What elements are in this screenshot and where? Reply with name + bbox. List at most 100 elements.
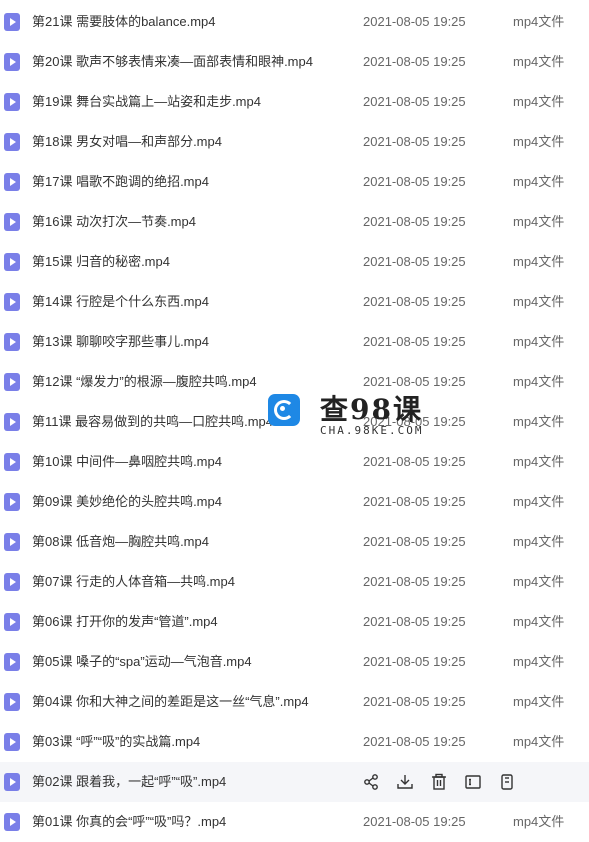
watermark-title: 查98课 [320, 393, 423, 426]
file-name[interactable]: 第03课 “呼”“吸”的实战篇.mp4 [32, 722, 200, 762]
file-date: 2021-08-05 19:25 [363, 334, 466, 349]
video-file-icon [4, 293, 20, 311]
video-file-icon [4, 133, 20, 151]
file-name[interactable]: 第01课 你真的会“呼”“吸”吗？.mp4 [32, 802, 226, 842]
file-row[interactable]: 第10课 中间件—鼻咽腔共鸣.mp4 2021-08-05 19:25 mp4文… [0, 442, 589, 482]
file-row[interactable]: 第04课 你和大神之间的差距是这一丝“气息”.mp4 2021-08-05 19… [0, 682, 589, 722]
file-name[interactable]: 第17课 唱歌不跑调的绝招.mp4 [32, 162, 209, 202]
copy-icon[interactable] [498, 773, 516, 791]
video-file-icon [4, 213, 20, 231]
file-name[interactable]: 第10课 中间件—鼻咽腔共鸣.mp4 [32, 442, 222, 482]
file-name[interactable]: 第04课 你和大神之间的差距是这一丝“气息”.mp4 [32, 682, 309, 722]
file-name[interactable]: 第09课 美妙绝伦的头腔共鸣.mp4 [32, 482, 222, 522]
file-type: mp4文件 [513, 334, 565, 349]
file-name[interactable]: 第21课 需要肢体的balance.mp4 [32, 2, 216, 42]
file-row[interactable]: 第21课 需要肢体的balance.mp4 2021-08-05 19:25 m… [0, 2, 589, 42]
file-row[interactable]: 第09课 美妙绝伦的头腔共鸣.mp4 2021-08-05 19:25 mp4文… [0, 482, 589, 522]
file-name[interactable]: 第16课 动次打次—节奏.mp4 [32, 202, 196, 242]
video-file-icon [4, 373, 20, 391]
video-file-icon [4, 573, 20, 591]
file-type: mp4文件 [513, 654, 565, 669]
file-name[interactable]: 第11课 最容易做到的共鸣—口腔共鸣.mp4 [32, 402, 273, 442]
file-date: 2021-08-05 19:25 [363, 254, 466, 269]
file-row[interactable]: 第07课 行走的人体音箱—共鸣.mp4 2021-08-05 19:25 mp4… [0, 562, 589, 602]
file-row[interactable]: 第18课 男女对唱—和声部分.mp4 2021-08-05 19:25 mp4文… [0, 122, 589, 162]
file-row-hovered[interactable]: 第02课 跟着我，一起“呼”“吸”.mp4 [0, 762, 589, 802]
file-name[interactable]: 第07课 行走的人体音箱—共鸣.mp4 [32, 562, 235, 602]
video-file-icon [4, 693, 20, 711]
delete-icon[interactable] [430, 773, 448, 791]
file-type: mp4文件 [513, 14, 565, 29]
file-name[interactable]: 第18课 男女对唱—和声部分.mp4 [32, 122, 222, 162]
file-name[interactable]: 第02课 跟着我，一起“呼”“吸”.mp4 [32, 762, 226, 802]
file-date: 2021-08-05 19:25 [363, 134, 466, 149]
file-date: 2021-08-05 19:25 [363, 14, 466, 29]
video-file-icon [4, 93, 20, 111]
video-file-icon [4, 653, 20, 671]
row-actions [362, 773, 516, 791]
file-row[interactable]: 第08课 低音炮—胸腔共鸣.mp4 2021-08-05 19:25 mp4文件 [0, 522, 589, 562]
file-name[interactable]: 第12课 “爆发力”的根源—腹腔共鸣.mp4 [32, 362, 257, 402]
file-date: 2021-08-05 19:25 [363, 734, 466, 749]
watermark-subtitle: CHA.98KE.COM [320, 424, 424, 437]
file-name[interactable]: 第19课 舞台实战篇上—站姿和走步.mp4 [32, 82, 261, 122]
file-date: 2021-08-05 19:25 [363, 174, 466, 189]
video-file-icon [4, 13, 20, 31]
file-date: 2021-08-05 19:25 [363, 654, 466, 669]
rename-icon[interactable] [464, 773, 482, 791]
video-file-icon [4, 333, 20, 351]
file-row[interactable]: 第06课 打开你的发声“管道”.mp4 2021-08-05 19:25 mp4… [0, 602, 589, 642]
video-file-icon [4, 533, 20, 551]
file-name[interactable]: 第05课 嗓子的“spa”运动—气泡音.mp4 [32, 642, 252, 682]
file-type: mp4文件 [513, 614, 565, 629]
file-row[interactable]: 第01课 你真的会“呼”“吸”吗？.mp4 2021-08-05 19:25 m… [0, 802, 589, 842]
file-name[interactable]: 第08课 低音炮—胸腔共鸣.mp4 [32, 522, 209, 562]
file-name[interactable]: 第20课 歌声不够表情来凑—面部表情和眼神.mp4 [32, 42, 313, 82]
file-name[interactable]: 第13课 聊聊咬字那些事儿.mp4 [32, 322, 209, 362]
file-type: mp4文件 [513, 574, 565, 589]
video-file-icon [4, 173, 20, 191]
file-date: 2021-08-05 19:25 [363, 694, 466, 709]
file-row[interactable]: 第13课 聊聊咬字那些事儿.mp4 2021-08-05 19:25 mp4文件 [0, 322, 589, 362]
file-date: 2021-08-05 19:25 [363, 534, 466, 549]
file-date: 2021-08-05 19:25 [363, 294, 466, 309]
watermark-logo-icon [268, 394, 300, 426]
file-row[interactable]: 第14课 行腔是个什么东西.mp4 2021-08-05 19:25 mp4文件 [0, 282, 589, 322]
file-date: 2021-08-05 19:25 [363, 54, 466, 69]
file-row[interactable]: 第05课 嗓子的“spa”运动—气泡音.mp4 2021-08-05 19:25… [0, 642, 589, 682]
video-file-icon [4, 773, 20, 791]
file-type: mp4文件 [513, 54, 565, 69]
file-type: mp4文件 [513, 534, 565, 549]
file-row[interactable]: 第03课 “呼”“吸”的实战篇.mp4 2021-08-05 19:25 mp4… [0, 722, 589, 762]
share-icon[interactable] [362, 773, 380, 791]
file-type: mp4文件 [513, 454, 565, 469]
video-file-icon [4, 493, 20, 511]
video-file-icon [4, 613, 20, 631]
watermark: 查98课 CHA.98KE.COM [268, 392, 428, 438]
file-type: mp4文件 [513, 494, 565, 509]
file-type: mp4文件 [513, 734, 565, 749]
file-row[interactable]: 第17课 唱歌不跑调的绝招.mp4 2021-08-05 19:25 mp4文件 [0, 162, 589, 202]
video-file-icon [4, 733, 20, 751]
file-row[interactable]: 第15课 归音的秘密.mp4 2021-08-05 19:25 mp4文件 [0, 242, 589, 282]
video-file-icon [4, 253, 20, 271]
download-icon[interactable] [396, 773, 414, 791]
file-row[interactable]: 第19课 舞台实战篇上—站姿和走步.mp4 2021-08-05 19:25 m… [0, 82, 589, 122]
file-type: mp4文件 [513, 294, 565, 309]
file-type: mp4文件 [513, 814, 565, 829]
file-type: mp4文件 [513, 214, 565, 229]
file-name[interactable]: 第06课 打开你的发声“管道”.mp4 [32, 602, 218, 642]
file-row[interactable]: 第20课 歌声不够表情来凑—面部表情和眼神.mp4 2021-08-05 19:… [0, 42, 589, 82]
file-type: mp4文件 [513, 414, 565, 429]
file-date: 2021-08-05 19:25 [363, 814, 466, 829]
file-row[interactable]: 第16课 动次打次—节奏.mp4 2021-08-05 19:25 mp4文件 [0, 202, 589, 242]
video-file-icon [4, 53, 20, 71]
file-type: mp4文件 [513, 374, 565, 389]
file-date: 2021-08-05 19:25 [363, 494, 466, 509]
file-name[interactable]: 第15课 归音的秘密.mp4 [32, 242, 170, 282]
file-name[interactable]: 第14课 行腔是个什么东西.mp4 [32, 282, 209, 322]
file-date: 2021-08-05 19:25 [363, 614, 466, 629]
file-date: 2021-08-05 19:25 [363, 214, 466, 229]
file-date: 2021-08-05 19:25 [363, 94, 466, 109]
video-file-icon [4, 453, 20, 471]
